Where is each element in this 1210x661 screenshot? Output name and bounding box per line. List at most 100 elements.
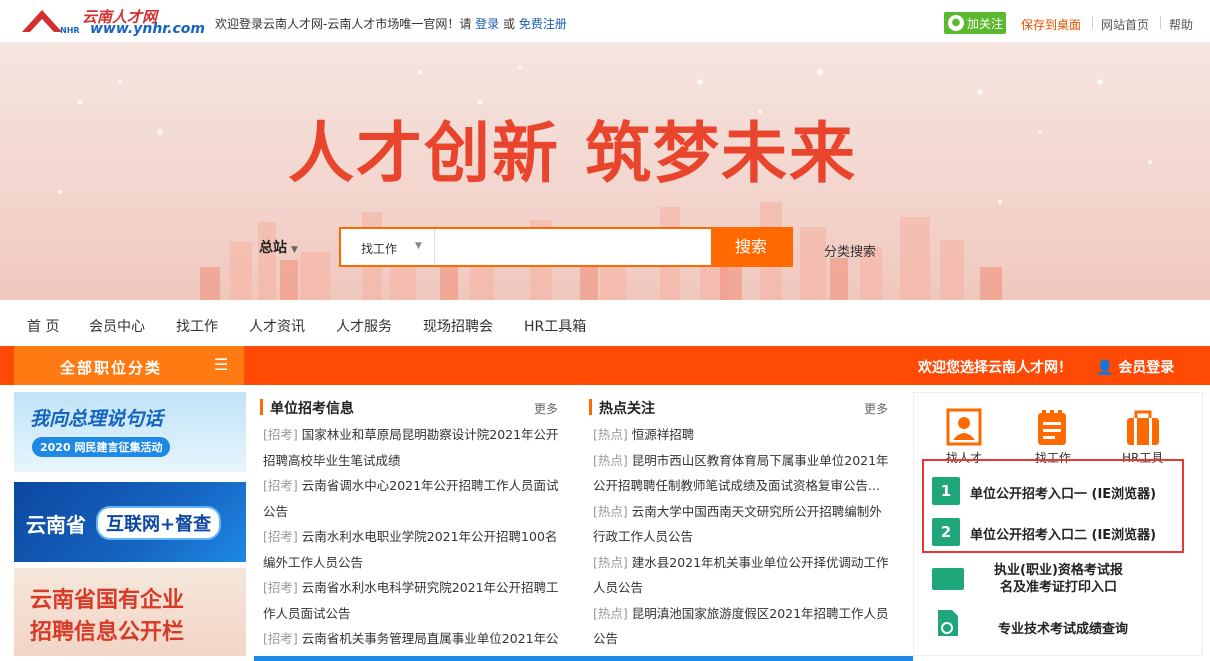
item-text: 云南省水利水电科学研究院2021年公开招聘工 — [297, 580, 559, 595]
nav-talent-service[interactable]: 人才服务 — [336, 316, 392, 336]
list-icon: ☰ — [214, 355, 229, 374]
ad-banner-soe[interactable]: 云南省国有企业 招聘信息公开栏 — [14, 568, 246, 656]
item-text: 恒源祥招聘 — [627, 427, 695, 442]
item-tag: [招考] — [263, 631, 298, 646]
item-tag: [热点] — [593, 503, 628, 519]
nav-hr-toolbox[interactable]: HR工具箱 — [524, 316, 586, 336]
item-tag: [招考] — [263, 529, 298, 544]
item-text: 作人员面试公告 — [263, 605, 351, 621]
score-query-link[interactable]: 专业技术考试成绩查询 — [932, 608, 1172, 638]
list-item[interactable]: 人员公告 — [593, 575, 897, 601]
list-item[interactable]: 公开招聘聘任制教师笔试成绩及面试资格复审公告... — [593, 473, 897, 499]
ad-premier-title: 我向总理说句话 — [30, 408, 164, 430]
recruit-more-link[interactable]: 更多 — [534, 400, 558, 417]
item-tag: [招考] — [263, 427, 298, 442]
find-talent-icon[interactable] — [944, 408, 984, 448]
save-to-desktop-link[interactable]: 保存到桌面 — [1021, 16, 1081, 33]
nav-member-center[interactable]: 会员中心 — [89, 316, 145, 336]
nav-job-fair[interactable]: 现场招聘会 — [423, 316, 493, 336]
welcome-banner-text: 欢迎您选择云南人才网！ — [918, 360, 1072, 376]
list-item[interactable]: 编外工作人员公告 — [263, 550, 569, 576]
item-tag: [热点] — [593, 452, 628, 468]
briefcase-icon[interactable] — [1123, 408, 1163, 448]
list-item[interactable]: [热点] 昆明市西山区教育体育局下属事业单位2021年 — [593, 448, 897, 474]
welcome-text: 欢迎登录云南人才网-云南人才市场唯一官网！请 — [215, 17, 472, 31]
site-home-link[interactable]: 网站首页 — [1101, 16, 1149, 33]
list-item[interactable]: [招考] 云南省调水中心2021年公开招聘工作人员面试 — [263, 473, 569, 499]
follow-button[interactable]: ● 加关注 — [944, 12, 1006, 34]
divider — [1160, 16, 1161, 29]
ad-soe-line1: 云南省国有企业 — [30, 588, 185, 613]
item-text: 国家林业和草原局昆明勘察设计院2021年公开 — [297, 427, 559, 442]
banner-slogan: 人才创新 筑梦未来 — [288, 114, 857, 192]
list-item[interactable]: 作人员面试公告 — [263, 601, 569, 627]
score-query-label: 专业技术考试成绩查询 — [998, 622, 1129, 637]
recruit-section-title: 单位招考信息 — [260, 398, 354, 418]
exam-entry-2-label: 单位公开招考入口二 (IE浏览器) — [970, 528, 1157, 543]
item-tag: [热点] — [593, 427, 628, 442]
list-item[interactable]: [热点] 昆明滇池国家旅游度假区2021年招聘工作人员 — [593, 601, 897, 627]
ad-soe-line2: 招聘信息公开栏 — [30, 620, 185, 645]
site-logo[interactable]: NHR 云南人才网 www.ynhr.com — [20, 6, 206, 38]
site-selector-label: 总站 — [259, 240, 287, 256]
item-text: 招聘高校毕业生笔试成绩 — [263, 452, 401, 468]
list-item[interactable]: [招考] 云南省水利水电科学研究院2021年公开招聘工 — [263, 575, 569, 601]
item-text: 云南省机关事务管理局直属事业单位2021年公 — [297, 631, 559, 646]
item-text: 云南省调水中心2021年公开招聘工作人员面试 — [297, 478, 559, 493]
welcome-message: 欢迎登录云南人才网-云南人才市场唯一官网！请 登录 或 免费注册 — [215, 15, 567, 32]
ad-banner-premier[interactable]: 我向总理说句话 2020 网民建言征集活动 — [14, 392, 246, 472]
bottom-strip — [254, 656, 913, 661]
item-tag: [招考] — [263, 478, 298, 493]
list-item[interactable]: 招聘高校毕业生笔试成绩 — [263, 448, 569, 474]
help-link[interactable]: 帮助 — [1169, 16, 1193, 33]
search-button[interactable]: 搜索 — [711, 229, 791, 265]
ad-banner-supervision[interactable]: 云南省 互联网+督查 — [14, 482, 246, 562]
category-search-link[interactable]: 分类搜索 — [824, 241, 876, 260]
item-tag: [招考] — [263, 580, 298, 595]
all-categories-label: 全部职位分类 — [60, 359, 163, 377]
exam-entry-2-link[interactable]: 2 单位公开招考入口二 (IE浏览器) — [932, 518, 1172, 546]
list-item[interactable]: 公告 — [263, 499, 569, 525]
item-text: 云南大学中国西南天文研究所公开招聘编制外 — [627, 503, 882, 519]
list-item[interactable]: 公告 — [593, 626, 897, 652]
chevron-down-icon: ▼ — [415, 241, 422, 251]
nav-find-job[interactable]: 找工作 — [176, 316, 218, 336]
hot-more-link[interactable]: 更多 — [864, 400, 888, 417]
list-item[interactable]: [招考] 云南水利水电职业学院2021年公开招聘100名 — [263, 524, 569, 550]
ad-supervision-right: 互联网+督查 — [96, 506, 222, 540]
ad-supervision-left: 云南省 — [26, 513, 86, 537]
list-item[interactable]: 行政工作人员公告 — [593, 524, 897, 550]
item-text: 行政工作人员公告 — [593, 529, 694, 544]
follow-label: 加关注 — [967, 17, 1004, 31]
list-item[interactable]: [热点] 建水县2021年机关事业单位公开择优调动工作 — [593, 550, 897, 576]
member-login-button[interactable]: 👤 会员登录 — [1096, 357, 1174, 377]
search-input[interactable] — [436, 229, 711, 265]
find-job-icon[interactable] — [1032, 408, 1072, 448]
item-tag: [热点] — [593, 554, 628, 570]
nav-home[interactable]: 首 页 — [27, 316, 59, 336]
list-item[interactable]: [招考] 云南省机关事务管理局直属事业单位2021年公 — [263, 626, 569, 652]
login-link[interactable]: 登录 — [475, 17, 499, 31]
exam-entry-1-link[interactable]: 1 单位公开招考入口一 (IE浏览器) — [932, 477, 1172, 505]
member-login-label: 会员登录 — [1118, 360, 1175, 376]
site-selector[interactable]: 总站 ▼ — [259, 237, 298, 257]
qualification-exam-link[interactable]: 执业(职业)资格考试报 名及准考证打印入口 — [932, 563, 1172, 599]
logo-url: www.ynhr.com — [90, 21, 206, 37]
list-item[interactable]: [热点] 恒源祥招聘 — [593, 422, 897, 448]
register-link[interactable]: 免费注册 — [519, 17, 567, 31]
exam-entry-1-label: 单位公开招考入口一 (IE浏览器) — [970, 487, 1157, 502]
item-text: 编外工作人员公告 — [263, 554, 364, 570]
item-text: 公开招聘聘任制教师笔试成绩及面试资格复审公告... — [593, 478, 880, 493]
item-text: 建水县2021年机关事业单位公开择优调动工作 — [627, 554, 889, 570]
nav-talent-news[interactable]: 人才资讯 — [249, 316, 305, 336]
ad-premier-subtitle: 2020 网民建言征集活动 — [32, 437, 171, 457]
qualification-line-2: 名及准考证打印入口 — [999, 580, 1117, 595]
chevron-down-icon: ▼ — [291, 245, 298, 255]
list-item[interactable]: [招考] 国家林业和草原局昆明勘察设计院2021年公开 — [263, 422, 569, 448]
all-categories-button[interactable]: 全部职位分类 ☰ — [14, 346, 244, 385]
item-text: 人员公告 — [593, 580, 644, 595]
list-item[interactable]: [热点] 云南大学中国西南天文研究所公开招聘编制外 — [593, 499, 897, 525]
search-type-dropdown[interactable]: 找工作 ▼ — [341, 229, 435, 265]
search-type-label: 找工作 — [361, 242, 398, 256]
logo-mark-text: NHR — [60, 26, 80, 35]
